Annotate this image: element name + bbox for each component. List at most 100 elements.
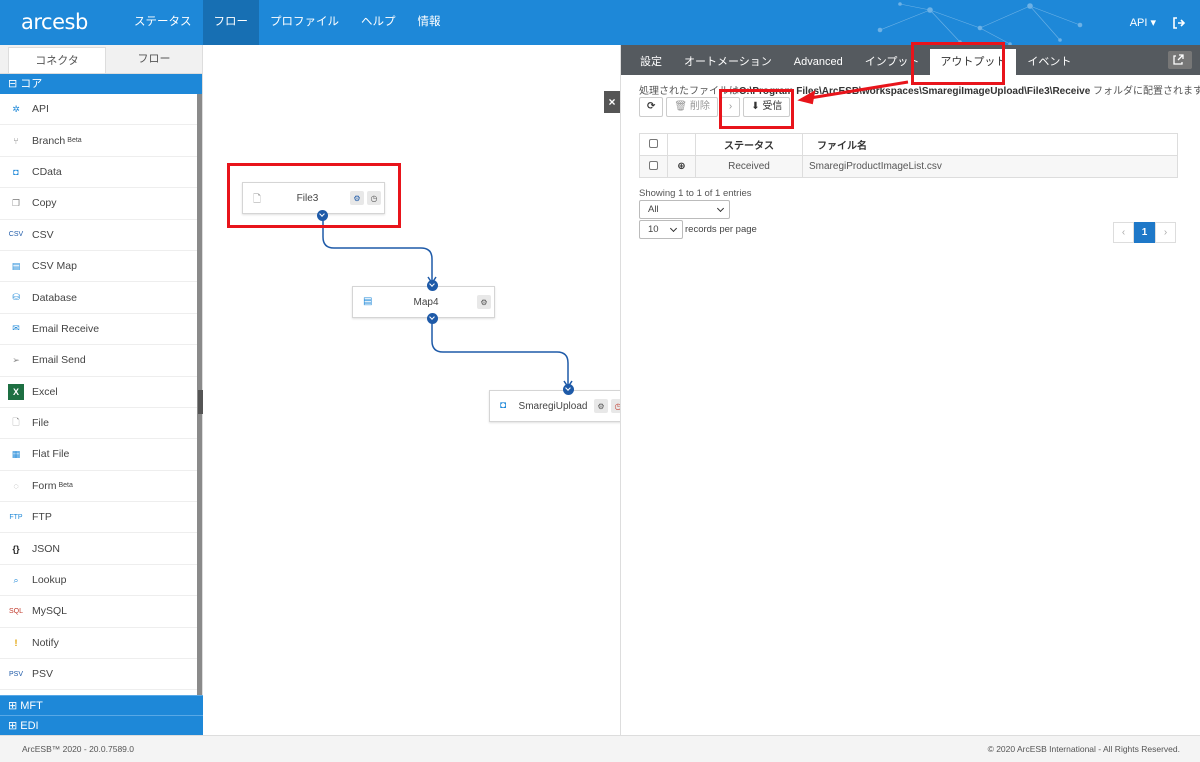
chevron-down-icon (716, 204, 725, 213)
connector-database[interactable]: ⛁ Database (0, 282, 197, 314)
flow-node-smaregiupload[interactable]: ◘ SmaregiUpload ⚙ ◷ (489, 390, 620, 422)
mysql-icon: SQL (8, 607, 23, 615)
connector-label: PSV (32, 668, 54, 681)
nav-help[interactable]: ヘルプ (350, 0, 407, 45)
database-icon: ⛁ (12, 292, 20, 303)
col-status[interactable]: ステータス (695, 133, 803, 156)
connector-label: API (32, 103, 49, 116)
col-filename[interactable]: ファイル名 (802, 133, 1178, 156)
records-per-page-label: records per page (685, 224, 757, 235)
status-filter-select[interactable]: All (639, 200, 730, 219)
app-logo[interactable]: arcesb (21, 10, 88, 34)
nav-status[interactable]: ステータス (123, 0, 203, 45)
group-mft[interactable]: ⊞ MFT (0, 695, 203, 715)
connector-label: Form (32, 479, 57, 492)
entries-info: Showing 1 to 1 of 1 entries (639, 188, 752, 199)
connector-label: CData (32, 165, 62, 178)
connector-csv-map[interactable]: ▤ CSV Map (0, 251, 197, 283)
status-filter-value: All (648, 204, 659, 215)
gear-icon[interactable]: ⚙ (594, 399, 608, 413)
connector-json[interactable]: {} JSON (0, 533, 197, 565)
refresh-button[interactable]: ⟳ (639, 97, 664, 117)
select-all-cell (639, 133, 668, 156)
table-row[interactable]: ⊕ Received SmaregiProductImageList.csv (639, 155, 1178, 178)
table-header-row: ステータス ファイル名 (639, 133, 1178, 156)
top-right-controls: API ▾ (1130, 0, 1200, 45)
pagination: ‹ 1 › (1113, 222, 1176, 243)
select-all-checkbox[interactable] (649, 138, 658, 148)
connector-psv[interactable]: PSV PSV (0, 659, 197, 691)
pager-next[interactable]: › (1155, 222, 1176, 243)
nav-flow[interactable]: フロー (202, 0, 259, 45)
connector-form[interactable]: ◌ Form Beta (0, 471, 197, 503)
tab-settings[interactable]: 設定 (629, 45, 673, 75)
connector-email-send[interactable]: ➢ Email Send (0, 345, 197, 377)
api-menu[interactable]: API ▾ (1130, 16, 1156, 29)
flow-canvas[interactable]: 🗋 File3 ⚙ ◷ ▤ Map4 ⚙ ◘ SmaregiUpload ⚙ ◷ (203, 45, 620, 735)
connector-flat-file[interactable]: ▦ Flat File (0, 439, 197, 471)
connector-label: Notify (32, 636, 59, 649)
connector-api[interactable]: ✲ API (0, 94, 197, 126)
row-filename-link[interactable]: SmaregiProductImageList.csv (802, 155, 1178, 178)
connector-lookup[interactable]: ⌕ Lookup (0, 565, 197, 597)
connector-label: CSV (32, 228, 54, 241)
connector-excel[interactable]: X Excel (0, 377, 197, 408)
clock-icon[interactable]: ◷ (611, 399, 620, 413)
connector-cdata[interactable]: ◘ CData (0, 157, 197, 189)
input-port[interactable] (427, 280, 438, 291)
connector-ftp[interactable]: FTP FTP (0, 502, 197, 534)
pager-prev[interactable]: ‹ (1113, 222, 1134, 243)
close-panel-button[interactable]: × (604, 91, 620, 113)
nav-profile[interactable]: プロファイル (259, 0, 350, 45)
footer-version: ArcESB™ 2020 - 20.0.7589.0 (22, 744, 134, 754)
gear-icon[interactable]: ⚙ (477, 295, 491, 309)
connector-sidebar: コネクタ フロー ⊟ コア ✲ API ⑂ Branch Beta ◘ CData ❐ C… (0, 45, 203, 735)
beta-badge: Beta (58, 482, 73, 490)
file-icon: 🗋 (12, 417, 20, 428)
output-port[interactable] (427, 313, 438, 324)
delete-button[interactable]: 🗑 削除 (666, 97, 718, 117)
connector-label: Database (32, 291, 77, 304)
expand-row-icon[interactable]: ⊕ (667, 155, 696, 178)
connector-label: Email Receive (32, 322, 100, 335)
top-bar: arcesb ステータス フロー プロファイル ヘルプ 情報 API ▾ (0, 0, 1200, 45)
nav-info[interactable]: 情報 (407, 0, 452, 45)
connector-label: Lookup (32, 574, 67, 587)
tab-automation[interactable]: オートメーション (673, 45, 783, 75)
connector-label: Excel (32, 385, 58, 398)
connector-label: Copy (32, 197, 57, 210)
connector-email-receive[interactable]: ✉ Email Receive (0, 314, 197, 346)
cdata-icon: ◘ (500, 400, 507, 411)
ftp-icon: FTP (9, 513, 23, 521)
connector-label: Email Send (32, 354, 86, 367)
row-checkbox[interactable] (649, 160, 658, 170)
tab-flows[interactable]: フロー (106, 45, 202, 73)
tab-events[interactable]: イベント (1016, 45, 1082, 75)
tab-connectors[interactable]: コネクタ (8, 47, 106, 73)
annotation-box-receive (719, 89, 794, 129)
cdata-icon: ◘ (13, 166, 19, 177)
connector-label: Branch (32, 134, 66, 147)
group-core[interactable]: ⊟ コア (0, 74, 202, 94)
pager-page-1[interactable]: 1 (1134, 222, 1155, 243)
external-link-icon[interactable] (1168, 51, 1192, 69)
flat-file-icon: ▦ (11, 448, 21, 459)
email-send-icon: ➢ (12, 354, 20, 365)
connector-mysql[interactable]: SQL MySQL (0, 596, 197, 628)
sidebar-bottom-groups: ⊞ MFT ⊞ EDI (0, 695, 203, 735)
flow-node-map4[interactable]: ▤ Map4 ⚙ (352, 286, 495, 318)
logout-icon[interactable] (1172, 16, 1186, 30)
group-edi[interactable]: ⊞ EDI (0, 715, 203, 735)
page-size-select[interactable]: 10 (639, 220, 683, 239)
connector-file[interactable]: 🗋 File (0, 408, 197, 440)
excel-icon: X (8, 383, 24, 400)
connector-label: Flat File (32, 448, 70, 461)
input-port[interactable] (563, 384, 574, 395)
connector-copy[interactable]: ❐ Copy (0, 188, 197, 220)
tab-advanced[interactable]: Advanced (783, 45, 854, 75)
connector-csv[interactable]: CSV CSV (0, 220, 197, 251)
connector-branch[interactable]: ⑂ Branch Beta (0, 125, 197, 157)
copy-icon: ❐ (11, 197, 21, 208)
connector-notify[interactable]: ! Notify (0, 628, 197, 660)
csv-icon: CSV (8, 231, 24, 239)
